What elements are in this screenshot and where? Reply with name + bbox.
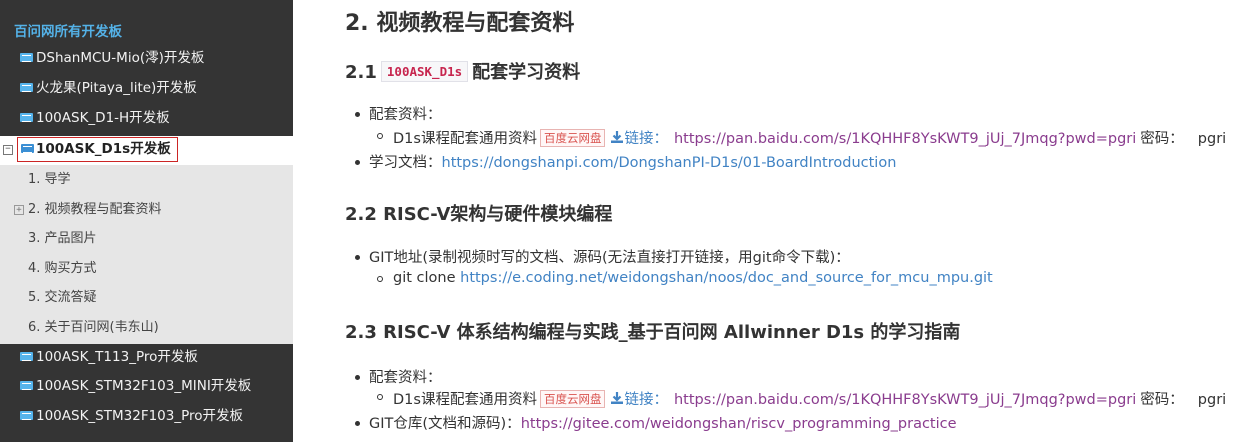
document-icon — [20, 380, 33, 390]
sidebar-item-t113[interactable]: 100ASK_T113_Pro开发板 — [0, 343, 293, 373]
section-2-3-heading: 2.3 RISC-V 体系结构编程与实践_基于百问网 Allwinner D1s… — [345, 322, 961, 343]
baidu-tag: 百度云网盘 — [539, 129, 606, 147]
download-icon — [611, 392, 624, 404]
bullet-icon — [355, 421, 360, 426]
list-item: 学习文档：https://dongshanpi.com/DongshanPI-D… — [369, 151, 896, 172]
list-item: 配套资料： — [369, 107, 442, 123]
list-item: 配套资料： — [369, 370, 442, 386]
list-item: GIT仓库(文档和源码)：https://gitee.com/weidongsh… — [369, 412, 957, 433]
item-text: 学习文档： — [369, 155, 442, 171]
baidu-link[interactable]: https://pan.baidu.com/s/1KQHHF8YsKWT9_jU… — [674, 131, 1136, 147]
bullet-icon — [355, 160, 360, 165]
sidebar-subitem-guide[interactable]: 1. 导学 — [0, 165, 293, 195]
section-number: 2.1 — [345, 62, 377, 83]
document-icon — [20, 410, 33, 420]
bullet-icon — [355, 112, 360, 117]
circle-bullet-icon — [377, 394, 383, 400]
link-label[interactable]: 链接： — [624, 392, 668, 408]
list-item: GIT地址(录制视频时写的文档、源码(无法直接打开链接，用git命令下载)： — [369, 250, 850, 266]
sidebar-submenu: 1. 导学 +2. 视频教程与配套资料 3. 产品图片 4. 购买方式 5. 交… — [0, 165, 293, 344]
password-value: pgri — [1197, 131, 1227, 147]
password-label: 密码： — [1140, 131, 1184, 147]
sidebar-item-label: DShanMCU-Mio(澪)开发板 — [36, 50, 205, 66]
item-text: D1s课程配套通用资料 — [393, 131, 537, 147]
item-text: D1s课程配套通用资料 — [393, 392, 537, 408]
password-label: 密码： — [1140, 392, 1184, 408]
subitem-label: 1. 导学 — [28, 172, 71, 187]
section-2-1-heading: 2.1 100ASK_D1s 配套学习资料 — [345, 58, 580, 84]
subitem-label: 6. 关于百问网(韦东山) — [28, 320, 159, 335]
sidebar-item-d1h[interactable]: 100ASK_D1-H开发板 — [0, 104, 293, 134]
bullet-icon — [355, 375, 360, 380]
section-2-2-heading: 2.2 RISC-V架构与硬件模块编程 — [345, 204, 613, 225]
sidebar-subitem-qa[interactable]: 5. 交流答疑 — [0, 283, 293, 313]
sidebar-item-label: 100ASK_STM32F103_MINI开发板 — [36, 378, 252, 394]
document-icon — [20, 52, 33, 62]
document-icon — [20, 112, 33, 122]
doc-link[interactable]: https://dongshanpi.com/DongshanPI-D1s/01… — [442, 155, 897, 171]
bullet-icon — [355, 255, 360, 260]
download-icon — [611, 131, 624, 143]
subitem-label: 4. 购买方式 — [28, 261, 97, 276]
subitem-label: 3. 产品图片 — [28, 231, 97, 246]
subitem-label: 5. 交流答疑 — [28, 290, 97, 305]
document-icon — [20, 82, 33, 92]
git-link[interactable]: https://e.coding.net/weidongshan/noos/do… — [460, 270, 993, 286]
active-item-box[interactable]: 100ASK_D1s开发板 — [17, 137, 178, 162]
item-text: git clone — [393, 270, 456, 286]
page-title: 2. 视频教程与配套资料 — [345, 11, 575, 36]
list-item: D1s课程配套通用资料 百度云网盘 链接： https://pan.baidu.com… — [393, 127, 1226, 148]
sidebar-item-dshanmcu[interactable]: DShanMCU-Mio(澪)开发板 — [0, 44, 293, 74]
circle-bullet-icon — [377, 133, 383, 139]
main-content: 2. 视频教程与配套资料 2.1 100ASK_D1s 配套学习资料 配套资料： D… — [293, 0, 1255, 442]
link-label[interactable]: 链接： — [624, 131, 668, 147]
sidebar-item-stm32-pro[interactable]: 100ASK_STM32F103_Pro开发板 — [0, 402, 293, 432]
sidebar-subitem-photos[interactable]: 3. 产品图片 — [0, 224, 293, 254]
subitem-label: 2. 视频教程与配套资料 — [28, 202, 162, 217]
inline-code: 100ASK_D1s — [380, 61, 469, 82]
circle-bullet-icon — [377, 276, 383, 282]
document-icon — [21, 143, 34, 153]
baidu-link[interactable]: https://pan.baidu.com/s/1KQHHF8YsKWT9_jU… — [674, 392, 1136, 408]
list-item: git clone https://e.coding.net/weidongsh… — [393, 270, 993, 286]
gitee-link[interactable]: https://gitee.com/weidongshan/riscv_prog… — [521, 416, 957, 432]
sidebar-item-label: 100ASK_T113_Pro开发板 — [36, 349, 198, 365]
sidebar-item-d1s-active[interactable]: − 100ASK_D1s开发板 — [0, 136, 293, 165]
document-icon — [20, 351, 33, 361]
sidebar-item-pitaya[interactable]: 火龙果(Pitaya_lite)开发板 — [0, 74, 293, 104]
sidebar-heading[interactable]: 百问网所有开发板 — [14, 20, 122, 40]
sidebar-subitem-buy[interactable]: 4. 购买方式 — [0, 254, 293, 284]
collapse-toggle-icon[interactable]: − — [3, 145, 13, 155]
section-title: 配套学习资料 — [472, 62, 581, 83]
sidebar-subitem-video[interactable]: +2. 视频教程与配套资料 — [0, 195, 293, 225]
sidebar-item-label: 100ASK_D1-H开发板 — [36, 110, 170, 126]
baidu-tag: 百度云网盘 — [539, 390, 606, 408]
sidebar-item-label: 100ASK_STM32F103_Pro开发板 — [36, 408, 244, 424]
list-item: D1s课程配套通用资料 百度云网盘 链接： https://pan.baidu.com… — [393, 388, 1226, 409]
password-value: pgri — [1197, 392, 1227, 408]
item-text: GIT仓库(文档和源码)： — [369, 416, 521, 432]
sidebar-subitem-about[interactable]: 6. 关于百问网(韦东山) — [0, 313, 293, 343]
sidebar-item-label: 火龙果(Pitaya_lite)开发板 — [36, 80, 197, 96]
sidebar-item-label: 100ASK_D1s开发板 — [36, 141, 171, 157]
sidebar: 百问网所有开发板 DShanMCU-Mio(澪)开发板 火龙果(Pitaya_l… — [0, 0, 293, 442]
sidebar-item-stm32-mini[interactable]: 100ASK_STM32F103_MINI开发板 — [0, 372, 293, 402]
expand-toggle-icon[interactable]: + — [14, 205, 24, 215]
